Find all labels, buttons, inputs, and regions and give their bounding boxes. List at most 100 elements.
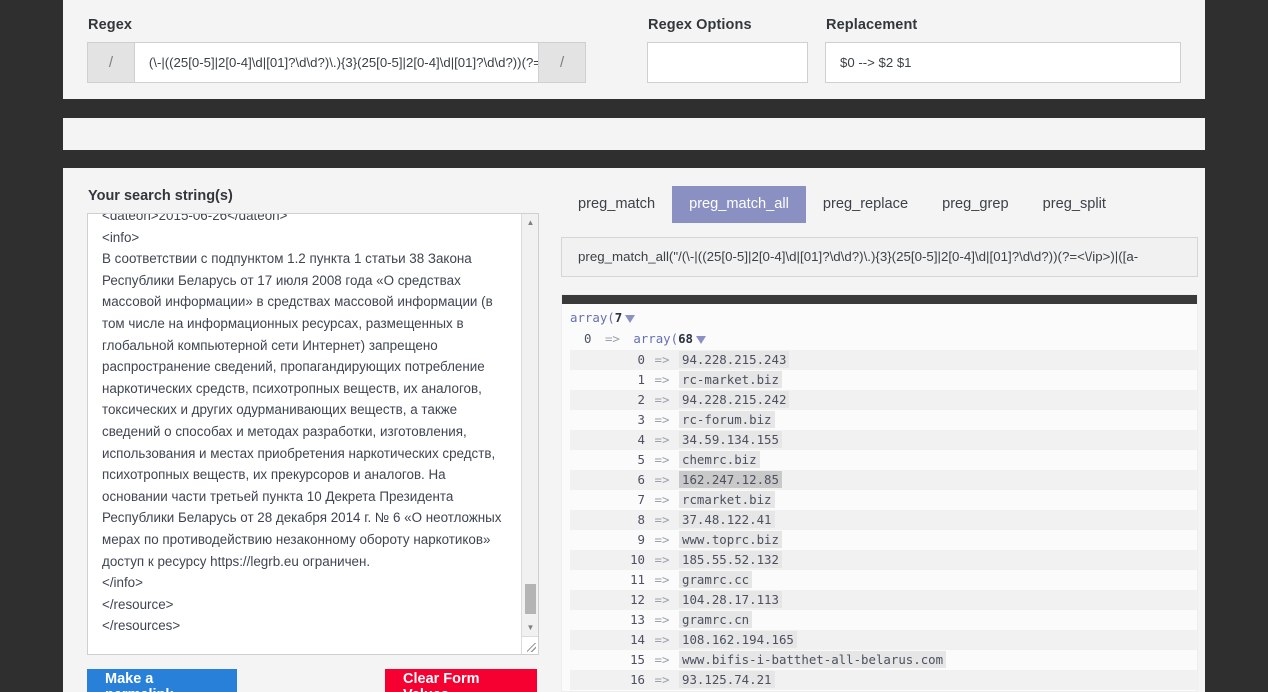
regex-options-input[interactable] xyxy=(647,42,809,83)
results-horizontal-scrollbar[interactable] xyxy=(562,294,1197,304)
outer-array-count: 7 xyxy=(614,309,623,325)
regex-options-label: Regex Options xyxy=(648,17,752,33)
result-key: 1 xyxy=(637,372,645,388)
result-value: 162.247.12.85 xyxy=(679,471,782,489)
result-key: 13 xyxy=(630,612,645,628)
result-key: 14 xyxy=(630,632,645,648)
result-row[interactable]: 8 => 37.48.122.41 xyxy=(570,509,1197,530)
result-row[interactable]: 5 => chemrc.biz xyxy=(570,449,1197,470)
result-row[interactable]: 14 => 108.162.194.165 xyxy=(570,629,1197,650)
regex-delimiter-right: / xyxy=(539,42,586,83)
result-value: www.toprc.biz xyxy=(679,531,782,549)
app-root: Regex / (\-|((25[0-5]|2[0-4]\d|[01]?\d\d… xyxy=(0,0,1268,692)
result-arrow: => xyxy=(654,632,670,648)
result-value: chemrc.biz xyxy=(679,451,760,469)
inner-array-arrow: => xyxy=(604,330,620,346)
result-value: 104.28.17.113 xyxy=(679,591,782,609)
regex-field-group: Regex / (\-|((25[0-5]|2[0-4]\d|[01]?\d\d… xyxy=(87,10,647,99)
inner-array-label: array( xyxy=(633,330,679,346)
textarea-scrollbar[interactable]: ▲ ▼ xyxy=(521,214,538,654)
result-row[interactable]: 10 => 185.55.52.132 xyxy=(570,549,1197,570)
result-row[interactable]: 1 => rc-market.biz xyxy=(570,369,1197,390)
result-key: 12 xyxy=(630,592,645,608)
result-arrow: => xyxy=(654,672,670,688)
result-key: 2 xyxy=(637,392,645,408)
tab-preg-replace[interactable]: preg_replace xyxy=(806,186,925,223)
inner-array-count: 68 xyxy=(678,330,694,346)
inner-array-key: 0 xyxy=(584,330,592,346)
result-row[interactable]: 0 => 94.228.215.243 xyxy=(570,349,1197,370)
clear-form-values-button[interactable]: Clear Form Values xyxy=(385,669,537,692)
scroll-up-icon[interactable]: ▲ xyxy=(522,214,538,231)
result-row[interactable]: 13 => gramrc.cn xyxy=(570,609,1197,630)
tab-preg-match[interactable]: preg_match xyxy=(561,186,672,223)
function-call-bar: preg_match_all("/(\-|((25[0-5]|2[0-4]\d|… xyxy=(561,236,1198,277)
result-value: rcmarket.biz xyxy=(679,491,775,509)
result-value: 94.228.215.242 xyxy=(679,391,790,409)
tab-preg-split[interactable]: preg_split xyxy=(1026,186,1123,223)
tab-preg-match-all[interactable]: preg_match_all xyxy=(672,186,806,223)
result-value: gramrc.cc xyxy=(679,571,753,589)
result-row[interactable]: 7 => rcmarket.biz xyxy=(570,489,1197,510)
search-string-textarea[interactable]: <dateon>2015-06-26</dateon> <info> В соо… xyxy=(87,213,539,655)
result-row[interactable]: 17=>www.yahooeu.by xyxy=(570,689,1197,691)
result-arrow: => xyxy=(654,412,670,428)
result-arrow: => xyxy=(654,552,670,568)
outer-array-label: array( xyxy=(570,309,615,325)
result-rows: 0 => 94.228.215.243 1 => rc-market.biz 2 => 94.2… xyxy=(570,349,1197,691)
result-value: 108.162.194.165 xyxy=(679,631,797,649)
replacement-label: Replacement xyxy=(826,17,918,33)
scroll-down-icon[interactable]: ▼ xyxy=(522,619,538,636)
resize-grip-icon[interactable] xyxy=(521,636,538,654)
result-row[interactable]: 9 => www.toprc.biz xyxy=(570,529,1197,550)
result-key: 8 xyxy=(637,512,645,528)
result-value: 94.228.215.243 xyxy=(679,351,790,369)
regex-label: Regex xyxy=(88,17,133,33)
result-arrow: => xyxy=(654,652,670,668)
result-row[interactable]: 2 => 94.228.215.242 xyxy=(570,389,1197,410)
result-arrow: => xyxy=(654,472,670,488)
secondary-strip xyxy=(63,118,1205,150)
tab-preg-grep[interactable]: preg_grep xyxy=(925,186,1026,223)
result-value: 37.48.122.41 xyxy=(679,511,775,529)
result-arrow: => xyxy=(654,452,670,468)
result-value: www.bifis-i-batthet-all-belarus.com xyxy=(679,651,947,669)
result-key: 9 xyxy=(637,532,645,548)
result-arrow: => xyxy=(654,572,670,588)
result-value: 185.55.52.132 xyxy=(679,551,782,569)
regex-delimiter-left: / xyxy=(87,42,134,83)
replacement-group: Replacement $0 --> $2 $1 xyxy=(825,10,1181,99)
result-arrow: => xyxy=(654,352,670,368)
result-arrow: => xyxy=(654,432,670,448)
replacement-input[interactable]: $0 --> $2 $1 xyxy=(825,42,1181,83)
result-key: 5 xyxy=(637,452,645,468)
result-row[interactable]: 3 => rc-forum.biz xyxy=(570,409,1197,430)
result-arrow: => xyxy=(654,492,670,508)
collapse-inner-caret-icon[interactable] xyxy=(696,335,707,344)
result-arrow: => xyxy=(654,512,670,528)
scrollbar-thumb[interactable] xyxy=(525,584,536,614)
results-panel: array(7 0 => array(68 0 => 94.228.215.243 1… xyxy=(561,293,1198,692)
search-string-title: Your search string(s) xyxy=(88,188,233,204)
result-value: 93.125.74.21 xyxy=(679,671,775,689)
result-arrow: => xyxy=(654,592,670,608)
make-permalink-button[interactable]: Make a permalink xyxy=(87,669,237,692)
result-key: 16 xyxy=(630,672,645,688)
regex-input[interactable]: (\-|((25[0-5]|2[0-4]\d|[01]?\d\d?)\.){3}… xyxy=(133,42,540,83)
result-row[interactable]: 4 => 34.59.134.155 xyxy=(570,429,1197,450)
result-key: 10 xyxy=(630,552,645,568)
result-arrow: => xyxy=(654,372,670,388)
result-row[interactable]: 16 => 93.125.74.21 xyxy=(570,669,1197,690)
result-row[interactable]: 12 => 104.28.17.113 xyxy=(570,589,1197,610)
result-row[interactable]: 15 => www.bifis-i-batthet-all-belarus.com xyxy=(570,649,1197,670)
search-string-text: <dateon>2015-06-26</dateon> <info> В соо… xyxy=(102,213,502,634)
collapse-outer-caret-icon[interactable] xyxy=(625,314,636,323)
result-row[interactable]: 6 => 162.247.12.85 xyxy=(570,469,1197,490)
result-key: 4 xyxy=(637,432,645,448)
results-dump: array(7 0 => array(68 0 => 94.228.215.243 1… xyxy=(562,304,1197,691)
result-arrow: => xyxy=(654,532,670,548)
result-row[interactable]: 11 => gramrc.cc xyxy=(570,569,1197,590)
regex-panel: Regex / (\-|((25[0-5]|2[0-4]\d|[01]?\d\d… xyxy=(63,0,1205,99)
search-string-column: Your search string(s) <dateon>2015-06-26… xyxy=(87,186,539,692)
result-value: 34.59.134.155 xyxy=(679,431,782,449)
